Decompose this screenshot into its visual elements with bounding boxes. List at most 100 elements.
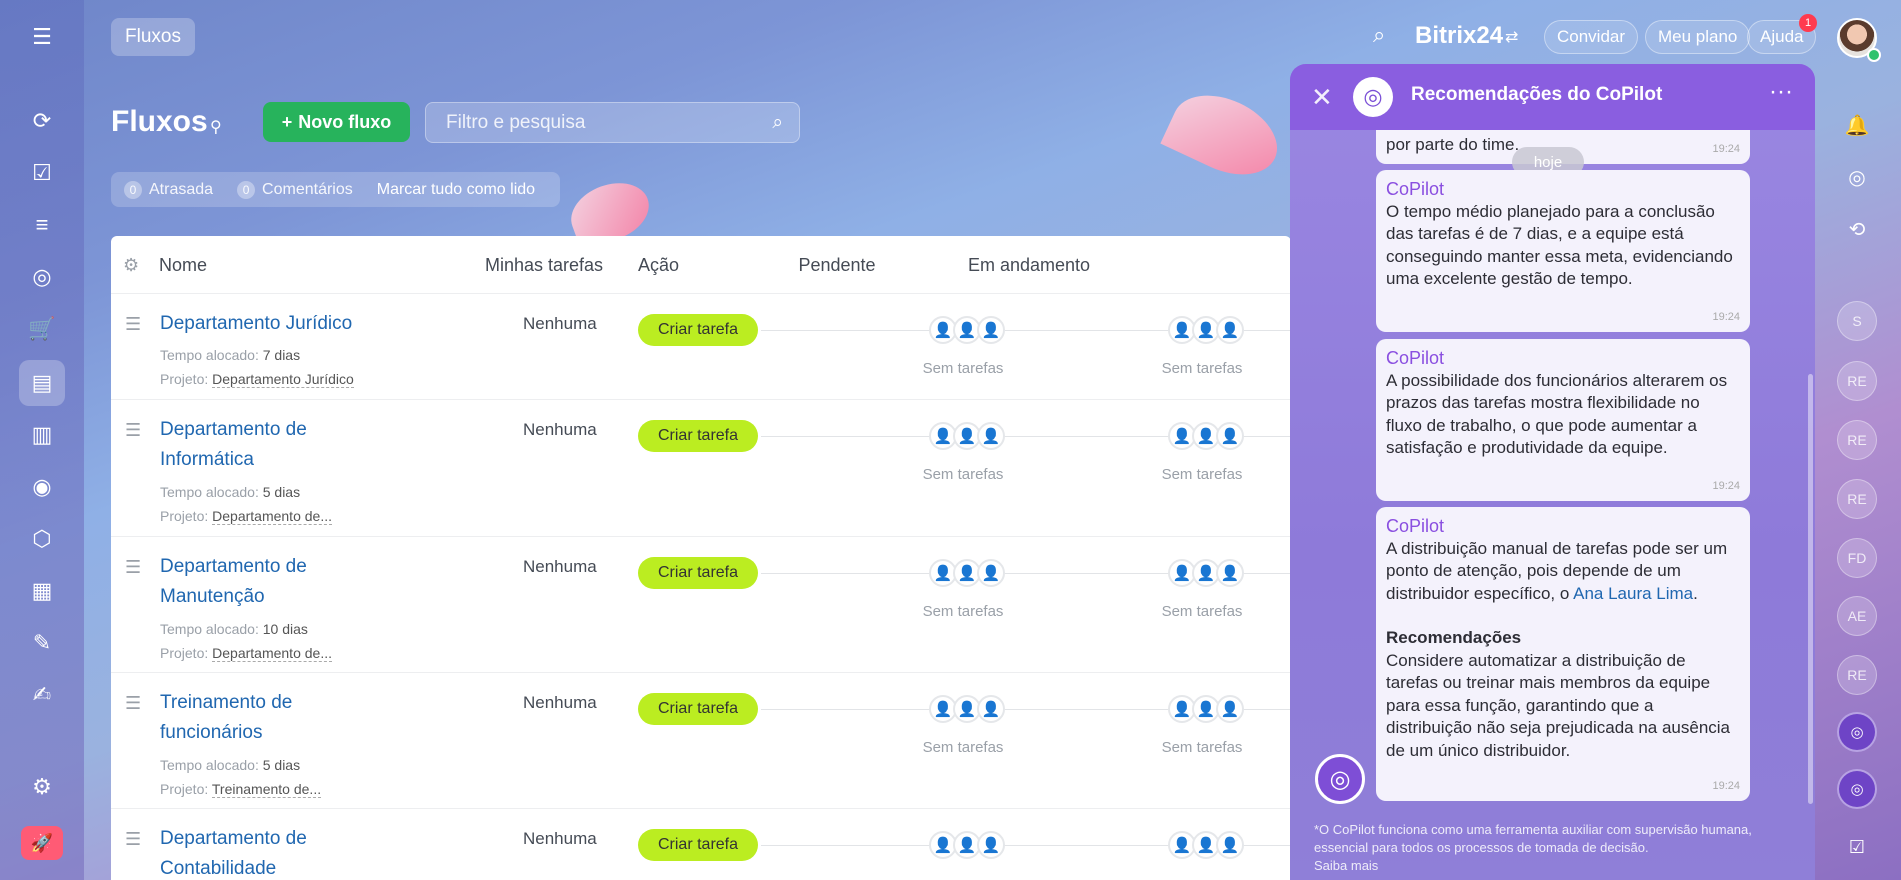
project-link[interactable]: Departamento de... [212,508,332,525]
pending-avatars[interactable]: 👤 👤 👤 [929,422,1005,450]
table-row: ☰ Departamento de Contabilidade Nenhuma … [111,809,1291,880]
header-pending[interactable]: Pendente [777,236,897,294]
funnel-icon[interactable]: ≡ [19,202,65,248]
pen-icon[interactable]: ✎ [19,620,65,666]
create-task-button[interactable]: Criar tarefa [638,829,758,861]
robot-icon[interactable]: ◉ [19,464,65,510]
message-time: 19:24 [1712,142,1740,155]
tasks-check-icon[interactable]: ☑ [1837,827,1877,867]
message-author: CoPilot [1386,516,1445,536]
chat-avatar[interactable]: RE [1837,655,1877,695]
copilot-chat-icon[interactable]: ◎ [1837,769,1877,809]
chat-avatar[interactable]: S [1837,301,1877,341]
rocket-icon[interactable]: 🚀 [21,826,63,860]
create-task-button[interactable]: Criar tarefa [638,420,758,452]
header-in-progress[interactable]: Em andamento [954,236,1104,294]
in-progress-avatars[interactable]: 👤 👤 👤 [1168,422,1244,450]
learn-more-link[interactable]: Saiba mais [1314,858,1378,873]
analytics-icon[interactable]: ▥ [19,412,65,458]
drag-handle-icon[interactable]: ☰ [125,314,141,335]
counter-number: 0 [124,180,142,199]
in-progress-avatars[interactable]: 👤 👤 👤 [1168,316,1244,344]
status-icon [1867,48,1881,62]
project-link[interactable]: Departamento Jurídico [212,371,354,388]
more-icon[interactable]: ··· [1769,78,1793,106]
my-tasks-value: Nenhuma [523,829,597,848]
chat-avatar[interactable]: AE [1837,596,1877,636]
drag-handle-icon[interactable]: ☰ [125,557,141,578]
allocated-time: Tempo alocado: 5 dias [160,757,301,773]
project-link[interactable]: Treinamento de... [211,781,322,798]
flow-name-link[interactable]: Departamento de Contabilidade [160,824,380,880]
flow-name-link[interactable]: Departamento de Informática [160,415,380,475]
create-task-button[interactable]: Criar tarefa [638,557,758,589]
chat-icon[interactable]: ⟲ [1837,209,1877,249]
pin-icon[interactable]: ⚲ [210,117,222,137]
counter-label: Atrasada [149,180,214,198]
drag-handle-icon[interactable]: ☰ [125,420,141,441]
box-icon[interactable]: ⬡ [19,516,65,562]
in-progress-avatars[interactable]: 👤 👤 👤 [1168,559,1244,587]
in-progress-avatars[interactable]: 👤 👤 👤 [1168,695,1244,723]
flow-name-link[interactable]: Treinamento de funcionários [160,688,380,748]
message-author: CoPilot [1386,179,1445,199]
pending-avatars[interactable]: 👤 👤 👤 [929,316,1005,344]
brand-logo[interactable]: Bitrix24 [1415,22,1503,50]
copilot-icon[interactable]: ◎ [1837,157,1877,197]
in-progress-avatars[interactable]: 👤 👤 👤 [1168,831,1244,859]
drag-handle-icon[interactable]: ☰ [125,693,141,714]
search-icon[interactable]: ⌕ [772,112,783,134]
table-row: ☰ Departamento de Manutenção Tempo aloca… [111,537,1291,673]
project-link[interactable]: Departamento de... [212,645,332,662]
in-progress-status: Sem tarefas [1161,466,1243,483]
chat-avatar[interactable]: FD [1837,538,1877,578]
new-flow-button[interactable]: + Novo fluxo [263,102,410,142]
search-field[interactable]: ⌕ [425,102,800,143]
pending-avatars[interactable]: 👤 👤 👤 [929,559,1005,587]
drag-handle-icon[interactable]: ☰ [125,829,141,850]
document-icon[interactable]: ✍ [19,672,65,718]
bell-icon[interactable]: 🔔 [1837,105,1877,145]
section-chip[interactable]: Fluxos [111,18,195,56]
allocated-time: Tempo alocado: 5 dias [160,484,301,500]
page-title: Fluxos [111,105,208,138]
plan-button[interactable]: Meu plano [1645,20,1751,54]
tasks-icon[interactable]: ☑ [19,150,65,196]
counter-comments[interactable]: 0 Comentários [237,180,353,199]
header-action[interactable]: Ação [638,236,679,294]
project-info: Projeto: Departamento de... [160,645,332,662]
copilot-chat-icon[interactable]: ◎ [1837,712,1877,752]
target-icon[interactable]: ◎ [19,254,65,300]
user-link[interactable]: Ana Laura Lima [1573,584,1693,603]
counter-overdue[interactable]: 0 Atrasada [124,180,214,199]
crm-icon[interactable]: ⟳ [19,98,65,144]
plus-icon: + [281,111,293,132]
pending-avatars[interactable]: 👤 👤 👤 [929,831,1005,859]
header-my-tasks[interactable]: Minhas tarefas [485,236,603,294]
invite-button[interactable]: Convidar [1544,20,1639,54]
create-task-button[interactable]: Criar tarefa [638,314,758,346]
brand-settings-icon[interactable]: ⇄ [1505,27,1518,47]
store-icon[interactable]: ▦ [19,568,65,614]
table-settings-icon[interactable]: ⚙ [123,236,139,294]
cart-icon[interactable]: 🛒 [19,306,65,352]
search-icon[interactable]: ⌕ [1373,22,1385,48]
chat-avatar[interactable]: RE [1837,420,1877,460]
flow-name-link[interactable]: Departamento de Manutenção [160,552,380,612]
pending-status: Sem tarefas [922,360,1004,377]
chat-scrollbar[interactable] [1808,374,1813,804]
flows-icon[interactable]: ▤ [19,360,65,406]
counter-label: Comentários [262,180,353,198]
in-progress-status: Sem tarefas [1161,739,1243,756]
menu-icon[interactable]: ☰ [19,14,65,60]
search-input[interactable] [426,103,746,142]
settings-icon[interactable]: ⚙ [19,764,65,810]
chat-avatar[interactable]: RE [1837,361,1877,401]
close-icon[interactable]: ✕ [1311,82,1333,113]
flow-name-link[interactable]: Departamento Jurídico [160,309,380,339]
create-task-button[interactable]: Criar tarefa [638,693,758,725]
header-name[interactable]: Nome [159,236,207,294]
pending-avatars[interactable]: 👤 👤 👤 [929,695,1005,723]
mark-all-read-link[interactable]: Marcar tudo como lido [377,181,535,199]
chat-avatar[interactable]: RE [1837,479,1877,519]
